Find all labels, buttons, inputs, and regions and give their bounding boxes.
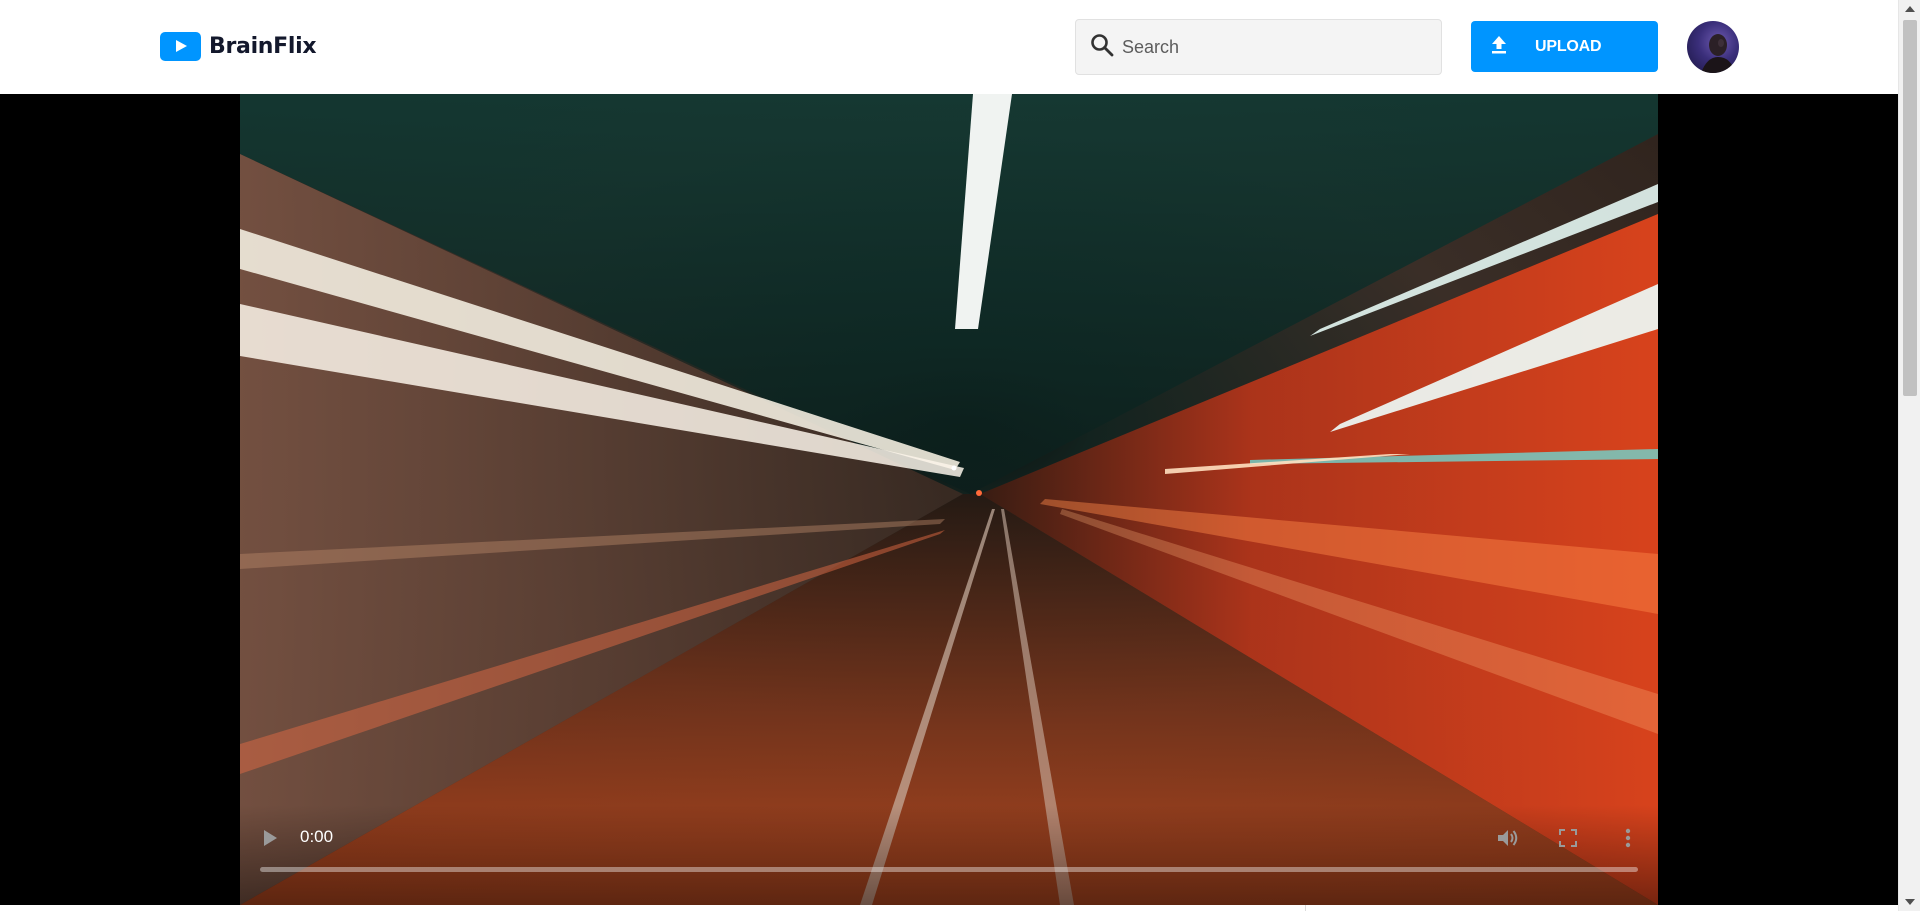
video-thumbnail [240, 94, 1658, 905]
fullscreen-button[interactable] [1554, 824, 1582, 852]
fullscreen-icon [1559, 829, 1577, 847]
video-player[interactable]: 0:00 [240, 94, 1658, 905]
upload-button-label: UPLOAD [1535, 37, 1602, 55]
page: BrainFlix UPLOAD [0, 0, 1920, 911]
scroll-up-arrow-icon[interactable] [1899, 0, 1920, 18]
play-logo-icon [160, 31, 201, 61]
page-scrollbar[interactable] [1898, 0, 1920, 911]
upload-button[interactable]: UPLOAD [1471, 21, 1658, 72]
user-avatar[interactable] [1687, 21, 1739, 73]
video-player-area: 0:00 [0, 94, 1898, 905]
more-options-button[interactable] [1614, 824, 1642, 852]
play-button[interactable] [256, 824, 284, 852]
volume-button[interactable] [1494, 824, 1522, 852]
controls-overlay [240, 805, 1658, 905]
site-header: BrainFlix UPLOAD [0, 0, 1898, 94]
divider [1305, 905, 1306, 911]
scroll-thumb[interactable] [1903, 20, 1917, 396]
upload-icon [1491, 36, 1507, 57]
more-vert-icon [1625, 828, 1631, 848]
brand-logo[interactable]: BrainFlix [160, 30, 317, 62]
play-icon [264, 830, 277, 846]
search-icon [1090, 33, 1114, 62]
brand-name: BrainFlix [209, 33, 317, 59]
scroll-down-arrow-icon[interactable] [1899, 893, 1920, 911]
current-time: 0:00 [300, 827, 334, 846]
volume-icon [1498, 830, 1518, 846]
search-box[interactable] [1075, 19, 1442, 75]
progress-bar[interactable] [260, 867, 1638, 872]
search-input[interactable] [1122, 36, 1422, 58]
